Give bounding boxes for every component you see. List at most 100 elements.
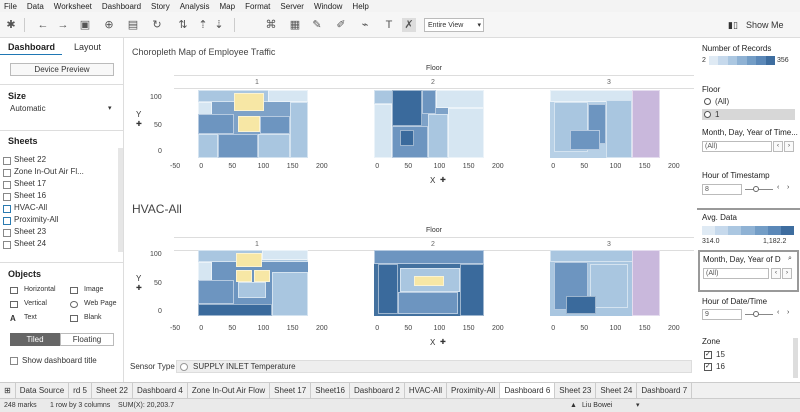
hvac-floor-plan-2[interactable] [374,250,484,316]
sheet-tab[interactable]: Dashboard 7 [637,382,693,399]
sheet-item[interactable]: Sheet 17 [14,179,46,188]
zone-cell[interactable] [570,130,600,150]
object-text[interactable]: Text [24,314,37,321]
zone-cell[interactable] [254,270,270,282]
zone-cell[interactable] [218,134,258,158]
undo-icon[interactable]: ← [36,18,50,32]
zone-cell[interactable] [236,253,262,267]
data-source-icon[interactable]: ⊞ [0,382,16,399]
hour2-slider-knob[interactable] [753,311,759,317]
checkbox-checked-icon[interactable]: ✓ [704,363,712,371]
menu-item[interactable]: Window [314,2,342,11]
chevron-left-icon[interactable]: ‹ [777,309,779,316]
zone-option[interactable]: 16 [716,362,725,371]
chevron-right-icon[interactable]: › [787,309,789,316]
search-icon[interactable]: ⌕ [788,255,792,263]
menu-item[interactable]: Format [245,2,270,11]
zone-cell[interactable] [198,114,234,134]
zone-cell[interactable] [268,90,308,102]
zone-cell[interactable] [606,100,632,158]
chevron-right-icon[interactable]: › [787,184,789,191]
zone-cell[interactable] [392,90,422,126]
hour-slider-knob[interactable] [753,186,759,192]
floating-button[interactable]: Floating [60,333,114,346]
zone-cell[interactable] [290,102,308,158]
zone-cell[interactable] [632,90,660,158]
sheet-tab[interactable]: Data Source [16,382,70,399]
zone-cell[interactable] [566,296,596,314]
floor-plan-1[interactable] [198,90,308,158]
zone-cell[interactable] [198,304,272,316]
chevron-left-icon[interactable]: ‹ [777,184,779,191]
zone-cell[interactable] [238,282,266,298]
sheet-item[interactable]: Zone In-Out Air Fl... [14,167,84,176]
floor-option-selected-row[interactable]: 1 [702,109,795,120]
zone-cell[interactable] [448,108,484,158]
hour2-filter-input[interactable]: 9 [702,309,742,320]
pen-icon[interactable]: ✐ [334,18,348,32]
object-horizontal[interactable]: Horizontal [24,286,56,293]
tab-dashboard[interactable]: Dashboard [8,42,55,52]
chevron-right-icon[interactable]: › [784,141,794,152]
label-icon[interactable]: ▦ [288,18,302,32]
hour-filter-input[interactable]: 8 [702,184,742,195]
menu-item[interactable]: Analysis [180,2,210,11]
object-web-page[interactable]: Web Page [84,300,117,307]
hour2-slider-track[interactable] [745,314,773,315]
hour-slider-track[interactable] [745,189,773,190]
zone-cell[interactable] [262,250,308,260]
zone-cell[interactable] [378,264,398,314]
zone-cell[interactable] [260,116,290,134]
sort-asc-icon[interactable]: ⇡ [196,18,210,32]
new-data-source-icon[interactable]: ⊕ [102,18,116,32]
sheet-item[interactable]: HVAC-All [14,203,47,212]
zone-cell[interactable] [398,292,458,314]
sheet-tab[interactable]: Zone In-Out Air Flow [188,382,271,399]
menu-item[interactable]: Map [220,2,236,11]
zone-cell[interactable] [374,104,392,158]
status-user[interactable]: Liu Bowei [582,402,612,409]
zone-option[interactable]: 15 [716,350,725,359]
zone-cell[interactable] [198,134,218,158]
zone-cell[interactable] [632,250,660,316]
menu-item[interactable]: Help [352,2,368,11]
sheet-tab[interactable]: HVAC-All [405,382,448,399]
chevron-down-icon[interactable]: ▾ [108,104,112,112]
menu-item[interactable]: Story [151,2,170,11]
zone-cell[interactable] [428,114,448,158]
zone-cell[interactable] [436,90,484,108]
floor-plan-2[interactable] [374,90,484,158]
add-sheet-icon[interactable]: ▤ [126,18,140,32]
hvac-floor-plan-3[interactable] [550,250,660,316]
sheet-item[interactable]: Sheet 24 [14,239,46,248]
sheet-tab[interactable]: Sheet 22 [92,382,133,399]
pin-icon[interactable]: ✚ [136,120,142,128]
radio-icon[interactable] [704,111,711,118]
sheet-item[interactable]: Proximity-All [14,215,58,224]
group-icon[interactable]: ⌘ [264,18,278,32]
zone-cell[interactable] [460,264,484,316]
zone-cell[interactable] [198,280,234,304]
zone-cell[interactable] [234,93,264,111]
sheet-tab[interactable]: Sheet 24 [596,382,638,399]
sheet-tab[interactable]: rd 5 [69,382,92,399]
sheet-item[interactable]: Sheet 16 [14,191,46,200]
clear-icon[interactable]: ✗ [402,18,416,32]
zone-cell[interactable] [374,250,484,264]
chevron-right-icon[interactable]: › [782,268,792,279]
radio-icon[interactable] [180,363,188,371]
scrollbar[interactable] [793,338,798,378]
pin-icon[interactable]: ✚ [136,284,142,292]
zone-cell[interactable] [236,270,252,282]
redo-icon[interactable]: → [56,18,70,32]
show-me-button[interactable]: ▮▯ Show Me [728,17,792,33]
menu-item[interactable]: Worksheet [54,2,92,11]
hvac-floor-plan-1[interactable] [198,250,308,316]
refresh-icon[interactable]: ↻ [150,18,164,32]
zone-cell[interactable] [400,130,414,146]
object-blank[interactable]: Blank [84,314,102,321]
sheet-tab[interactable]: Sheet16 [311,382,351,399]
floor-option-all[interactable]: (All) [715,97,729,106]
object-vertical[interactable]: Vertical [24,300,47,307]
mdy-filter-input[interactable]: (All) [702,141,772,152]
